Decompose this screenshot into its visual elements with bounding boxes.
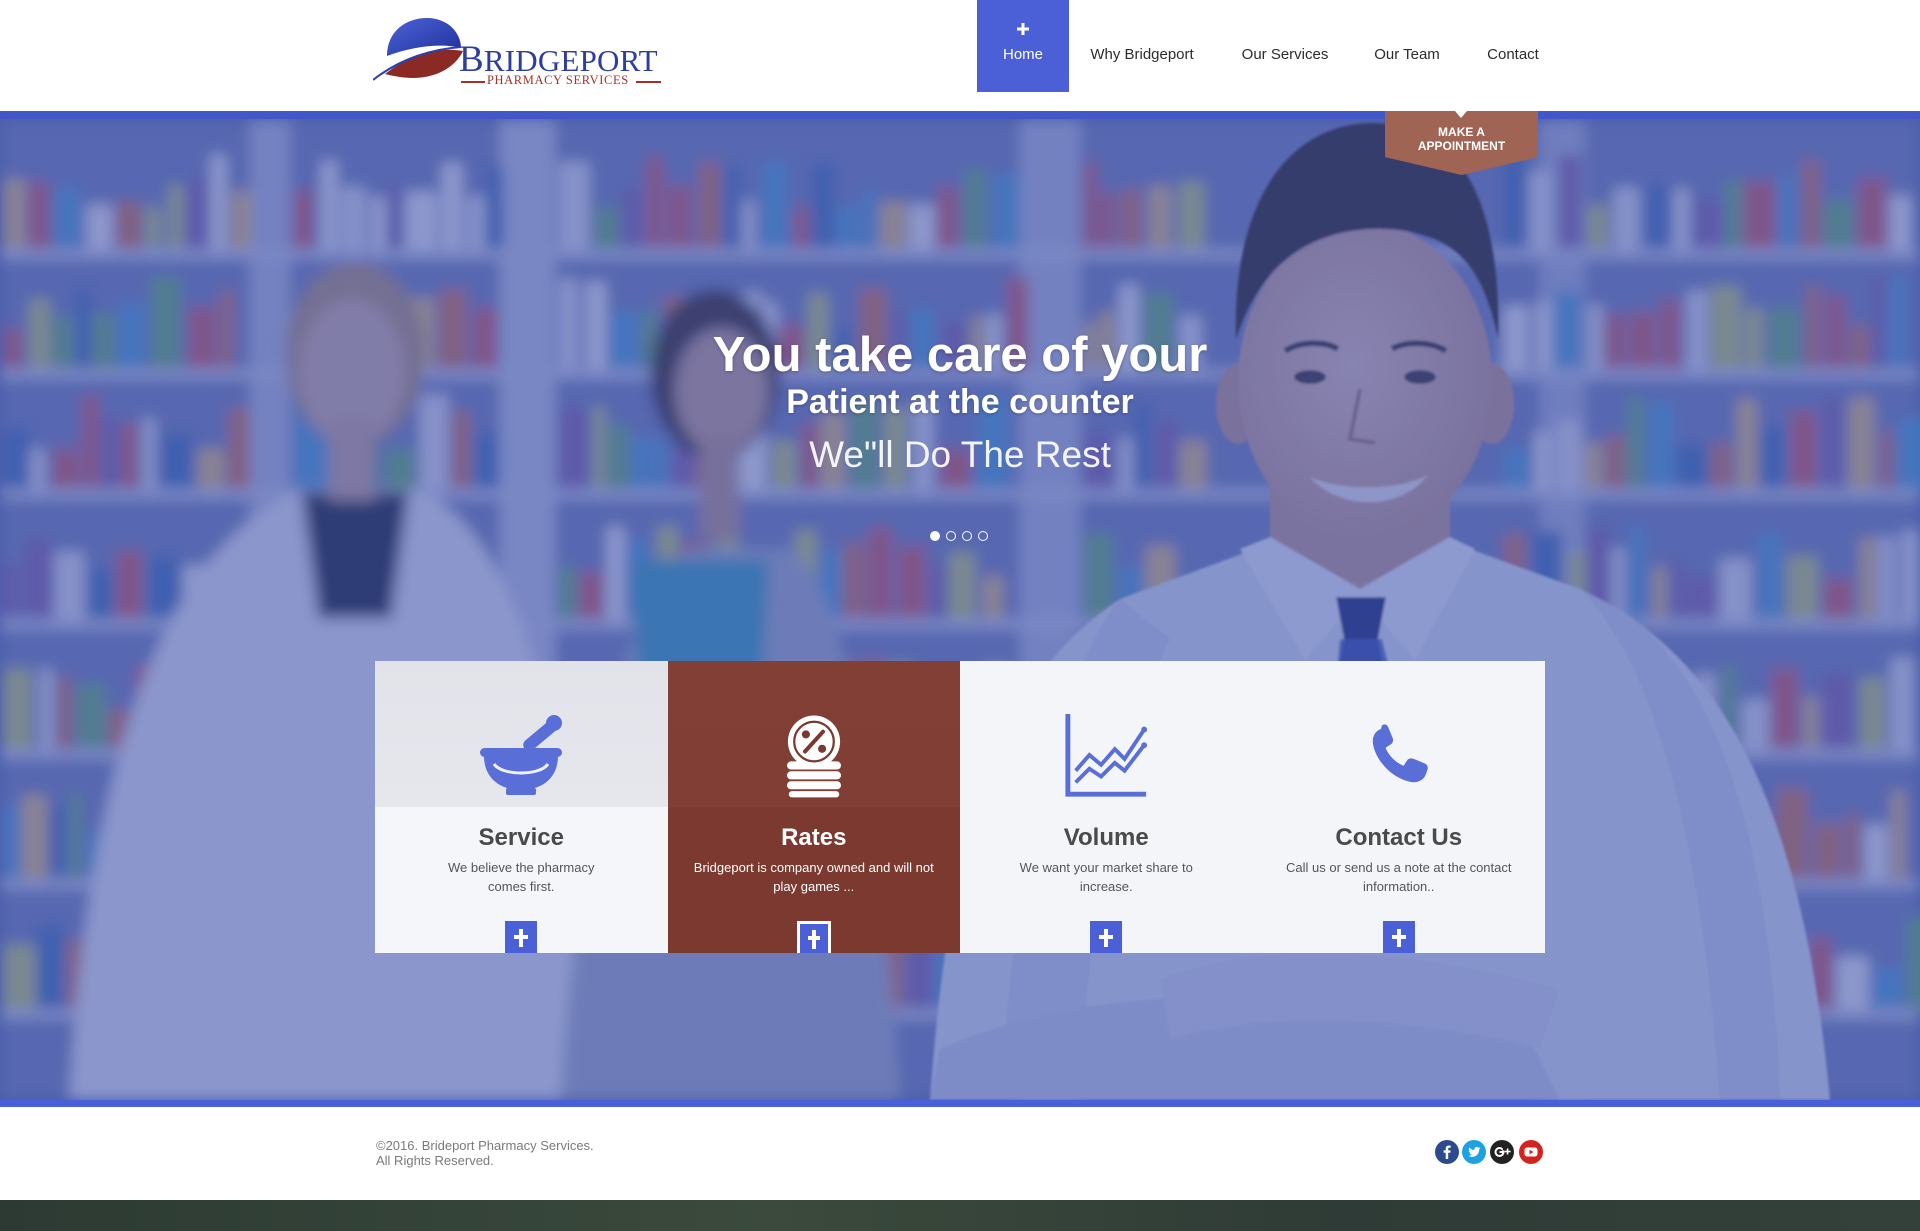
hero-subheadline: Patient at the counter bbox=[786, 383, 1134, 421]
hero-tagline: We"ll Do The Rest bbox=[809, 434, 1111, 475]
feature-card-contact-us[interactable]: Contact Us Call us or send us a note at … bbox=[1252, 661, 1546, 953]
nav-item-contact[interactable]: Contact bbox=[1487, 0, 1539, 92]
feature-more-button[interactable] bbox=[1382, 921, 1415, 953]
feature-more-button[interactable] bbox=[796, 921, 831, 953]
line-chart-icon bbox=[1065, 713, 1148, 797]
logo-swoosh-icon bbox=[373, 18, 463, 81]
nav-item-why-bridgeport[interactable]: Why Bridgeport bbox=[1090, 0, 1193, 92]
appointment-label-line1: MAKE A bbox=[1438, 125, 1485, 139]
footer-divider bbox=[0, 1100, 1920, 1107]
facebook-icon[interactable] bbox=[1435, 1140, 1459, 1164]
logo-rule-left bbox=[461, 81, 485, 83]
appointment-label-line2: APPOINTMENT bbox=[1417, 139, 1506, 153]
slider-dot[interactable] bbox=[978, 531, 988, 541]
nav-item-our-team[interactable]: Our Team bbox=[1374, 0, 1440, 92]
feature-title: Rates bbox=[781, 824, 847, 851]
feature-icon-wrapper bbox=[960, 711, 1253, 801]
feature-description: Bridgeport is company owned and will not… bbox=[693, 860, 934, 894]
twitter-icon[interactable] bbox=[1462, 1140, 1486, 1164]
feature-card-volume[interactable]: Volume We want your market share to incr… bbox=[960, 661, 1253, 953]
header-divider bbox=[0, 111, 1920, 119]
slider-dot[interactable] bbox=[930, 531, 940, 541]
hero-headline: You take care of your bbox=[712, 328, 1208, 382]
feature-icon-wrapper bbox=[668, 711, 961, 801]
slider-pagination bbox=[930, 531, 990, 541]
feature-card-service[interactable]: Service We believe the pharmacy comes fi… bbox=[375, 661, 668, 953]
google-plus-icon[interactable] bbox=[1490, 1140, 1514, 1164]
plus-icon bbox=[1017, 23, 1029, 35]
page-bottom-strip bbox=[0, 1200, 1920, 1231]
site-footer: ©2016. Brideport Pharmacy Services. All … bbox=[0, 1107, 1920, 1200]
appointment-notch bbox=[1455, 111, 1467, 118]
phone-icon bbox=[1372, 724, 1428, 783]
plus-icon-stroke bbox=[1396, 929, 1401, 947]
plus-icon-stroke bbox=[811, 930, 816, 949]
hero-slider: You take care of your Patient at the cou… bbox=[0, 119, 1920, 1100]
site-header: BRIDGEPORT PHARMACY SERVICES Home Why Br… bbox=[0, 0, 1920, 111]
feature-more-button[interactable] bbox=[505, 921, 538, 953]
slider-dot[interactable] bbox=[962, 531, 972, 541]
coin-stack-percent-icon bbox=[786, 715, 841, 798]
feature-card-rates[interactable]: Rates Bridgeport is company owned and wi… bbox=[667, 661, 961, 953]
logo-tagline: PHARMACY SERVICES bbox=[487, 73, 629, 87]
plus-icon-stroke bbox=[519, 929, 524, 947]
nav-item-home[interactable]: Home bbox=[977, 0, 1069, 92]
slider-dot[interactable] bbox=[946, 531, 956, 541]
feature-more-button[interactable] bbox=[1090, 921, 1123, 953]
feature-cards: Service We believe the pharmacy comes fi… bbox=[375, 661, 1545, 953]
feature-icon-wrapper bbox=[1253, 711, 1546, 801]
feature-title: Contact Us bbox=[1335, 824, 1463, 851]
feature-title: Volume bbox=[1063, 824, 1149, 851]
nav-item-our-services[interactable]: Our Services bbox=[1242, 0, 1329, 92]
rights-line: All Rights Reserved. bbox=[376, 1153, 494, 1168]
feature-description: We believe the pharmacy comes first. bbox=[448, 860, 595, 894]
youtube-icon[interactable] bbox=[1519, 1140, 1543, 1164]
plus-icon-stroke bbox=[1104, 929, 1109, 947]
bridgeport-logo[interactable]: BRIDGEPORT PHARMACY SERVICES bbox=[373, 12, 673, 92]
mortar-and-pestle-icon bbox=[480, 715, 563, 795]
feature-description: We want your market share to increase. bbox=[1019, 860, 1193, 894]
feature-description: Call us or send us a note at the contact… bbox=[1286, 860, 1512, 894]
nav-item-label: Home bbox=[1002, 46, 1043, 63]
feature-icon-wrapper bbox=[375, 711, 668, 801]
copyright-text: ©2016. Brideport Pharmacy Services. All … bbox=[376, 1138, 594, 1168]
logo-rule-right bbox=[636, 81, 661, 83]
copyright-line: ©2016. Brideport Pharmacy Services. bbox=[376, 1138, 594, 1153]
feature-title: Service bbox=[478, 824, 564, 851]
